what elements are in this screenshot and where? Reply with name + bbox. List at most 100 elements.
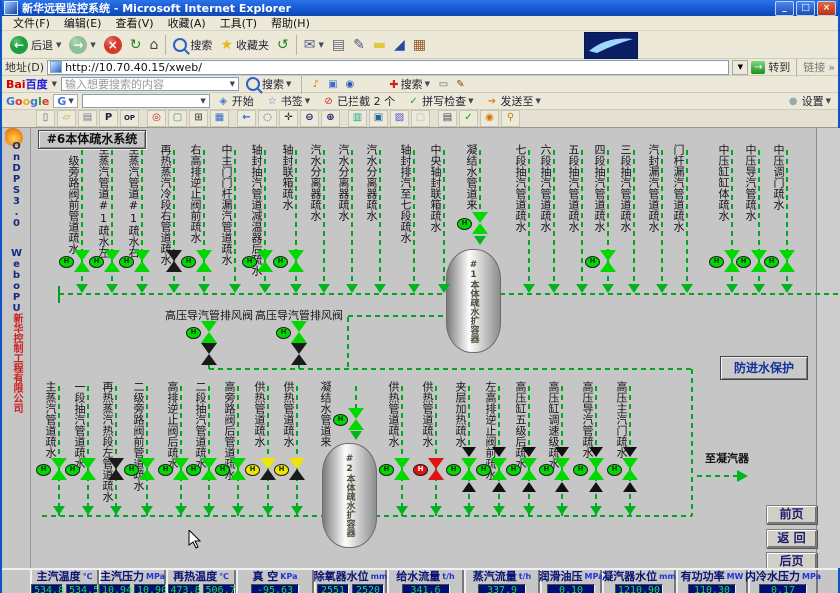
valve-body-icon[interactable] <box>554 458 570 469</box>
valve-body-icon[interactable] <box>428 469 444 480</box>
op-tool-icon[interactable]: OP <box>120 110 139 127</box>
valve-body-icon[interactable] <box>201 354 217 365</box>
valve-body-icon[interactable] <box>108 469 124 480</box>
messenger-button[interactable]: ◢ <box>390 36 409 54</box>
valve-body-icon[interactable] <box>134 261 150 272</box>
research-button[interactable]: ▦ <box>409 36 430 54</box>
valve-handwheel-icon[interactable]: H <box>333 414 348 426</box>
find-icon[interactable]: ◎ <box>147 110 166 127</box>
valve-body-icon[interactable] <box>257 250 273 261</box>
valve-handwheel-icon[interactable]: H <box>181 256 196 268</box>
valve-handwheel-icon[interactable]: H <box>585 256 600 268</box>
valve-body-icon[interactable] <box>139 458 155 469</box>
valve-body-icon[interactable] <box>521 458 537 469</box>
valve-body-icon[interactable] <box>80 458 96 469</box>
address-dropdown-button[interactable]: ▼ <box>732 60 748 75</box>
search-button[interactable]: 搜索 <box>169 36 216 54</box>
google-spellcheck[interactable]: ✓拼写检查▼ <box>404 93 476 109</box>
confirm-icon[interactable]: ✓ <box>459 110 478 127</box>
valve-body-icon[interactable] <box>622 469 638 480</box>
valve-body-icon[interactable] <box>230 458 246 469</box>
valve-handwheel-icon[interactable]: H <box>539 464 554 476</box>
valve-body-icon[interactable] <box>288 250 304 261</box>
valve-handwheel-icon[interactable]: H <box>274 464 289 476</box>
menu-help[interactable]: 帮助(H) <box>264 15 317 31</box>
google-settings[interactable]: ● 设置▼ <box>784 93 834 109</box>
valve-handwheel-icon[interactable]: H <box>413 464 428 476</box>
close-button[interactable]: × <box>817 1 836 16</box>
google-start[interactable]: ◈开始 <box>214 93 257 109</box>
valve-body-icon[interactable] <box>230 469 246 480</box>
valve-body-icon[interactable] <box>472 212 488 223</box>
grid-icon[interactable]: ⊞ <box>189 110 208 127</box>
baidu-plus-search-button[interactable]: ✚ 搜索▼ <box>386 76 433 92</box>
valve-body-icon[interactable] <box>394 469 410 480</box>
valve-handwheel-icon[interactable]: H <box>242 256 257 268</box>
edit-button[interactable]: ✎ <box>349 36 369 54</box>
valve-handwheel-icon[interactable]: H <box>186 464 201 476</box>
water-induction-protection-button[interactable]: 防进水保护 <box>720 356 808 380</box>
valve-handwheel-icon[interactable]: H <box>709 256 724 268</box>
valve-body-icon[interactable] <box>74 250 90 261</box>
valve-body-icon[interactable] <box>491 458 507 469</box>
valve-handwheel-icon[interactable]: H <box>59 256 74 268</box>
valve-body-icon[interactable] <box>166 261 182 272</box>
valve-handwheel-icon[interactable]: H <box>506 464 521 476</box>
go-button[interactable]: 转到 <box>768 59 790 75</box>
baidu-search-input[interactable]: 输入想要搜索的内容 ▼ <box>61 77 239 91</box>
picture-icon[interactable]: ▨ <box>390 110 409 127</box>
print-preview-icon[interactable]: ▤ <box>78 110 97 127</box>
menu-favorites[interactable]: 收藏(A) <box>161 15 213 31</box>
valve-handwheel-icon[interactable]: H <box>89 256 104 268</box>
valve-body-icon[interactable] <box>491 469 507 480</box>
valve-body-icon[interactable] <box>291 321 307 332</box>
valve-handwheel-icon[interactable]: H <box>158 464 173 476</box>
baidu-logo-dropdown[interactable]: ▼ <box>52 80 57 88</box>
image-icon[interactable]: ▦ <box>210 110 229 127</box>
valve-body-icon[interactable] <box>588 469 604 480</box>
record-icon[interactable]: ◉ <box>480 110 499 127</box>
valve-body-icon[interactable] <box>139 469 155 480</box>
valve-handwheel-icon[interactable]: H <box>476 464 491 476</box>
valve-body-icon[interactable] <box>291 343 307 354</box>
back-arrow-icon[interactable]: ← <box>237 110 256 127</box>
valve-handwheel-icon[interactable]: H <box>736 256 751 268</box>
p-tool-icon[interactable]: P <box>99 110 118 127</box>
menu-edit[interactable]: 编辑(E) <box>57 15 109 31</box>
valve-body-icon[interactable] <box>166 250 182 261</box>
chart-icon[interactable]: ▥ <box>348 110 367 127</box>
valve-handwheel-icon[interactable]: H <box>607 464 622 476</box>
valve-handwheel-icon[interactable]: H <box>379 464 394 476</box>
valve-body-icon[interactable] <box>472 223 488 234</box>
baidu-pen-icon[interactable]: ✎ <box>454 78 467 91</box>
home-button[interactable]: ⌂ <box>146 36 163 54</box>
valve-body-icon[interactable] <box>108 458 124 469</box>
menu-view[interactable]: 查看(V) <box>108 15 160 31</box>
valve-body-icon[interactable] <box>779 250 795 261</box>
history-button[interactable]: ↺ <box>273 36 293 54</box>
forward-button[interactable]: →▼ <box>65 35 99 55</box>
valve-body-icon[interactable] <box>104 261 120 272</box>
links-label[interactable]: 链接 <box>803 59 825 75</box>
valve-body-icon[interactable] <box>554 469 570 480</box>
valve-handwheel-icon[interactable]: H <box>764 256 779 268</box>
valve-handwheel-icon[interactable]: H <box>446 464 461 476</box>
valve-body-icon[interactable] <box>600 250 616 261</box>
valve-body-icon[interactable] <box>104 250 120 261</box>
valve-body-icon[interactable] <box>196 250 212 261</box>
valve-handwheel-icon[interactable]: H <box>573 464 588 476</box>
valve-body-icon[interactable] <box>461 458 477 469</box>
valve-body-icon[interactable] <box>201 343 217 354</box>
notes-button[interactable]: ▬ <box>369 36 390 54</box>
valve-body-icon[interactable] <box>196 261 212 272</box>
valve-handwheel-icon[interactable]: H <box>65 464 80 476</box>
key-icon[interactable]: ⚲ <box>501 110 520 127</box>
monitor-icon[interactable]: ▢ <box>168 110 187 127</box>
valve-body-icon[interactable] <box>461 469 477 480</box>
valve-body-icon[interactable] <box>80 469 96 480</box>
valve-body-icon[interactable] <box>600 261 616 272</box>
valve-body-icon[interactable] <box>588 458 604 469</box>
blank-icon[interactable]: ▢ <box>411 110 430 127</box>
valve-body-icon[interactable] <box>291 354 307 365</box>
valve-body-icon[interactable] <box>348 408 364 419</box>
